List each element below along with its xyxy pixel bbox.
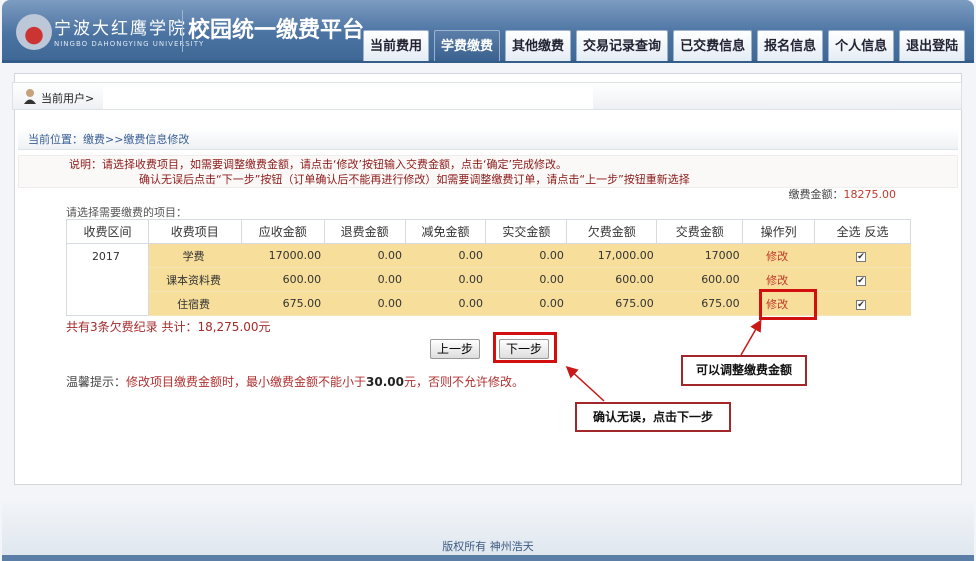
annotation-arrows [565,319,762,402]
callout-adjust-amount: 可以调整缴费金额 [681,355,807,386]
callout-confirm-next: 确认无误，点击下一步 [575,402,731,432]
arrow-to-next [565,365,605,402]
footer: 版权所有 神州浩天 [2,500,974,561]
arrow-to-edit [740,319,762,356]
copyright: 版权所有 神州浩天 [442,540,534,553]
